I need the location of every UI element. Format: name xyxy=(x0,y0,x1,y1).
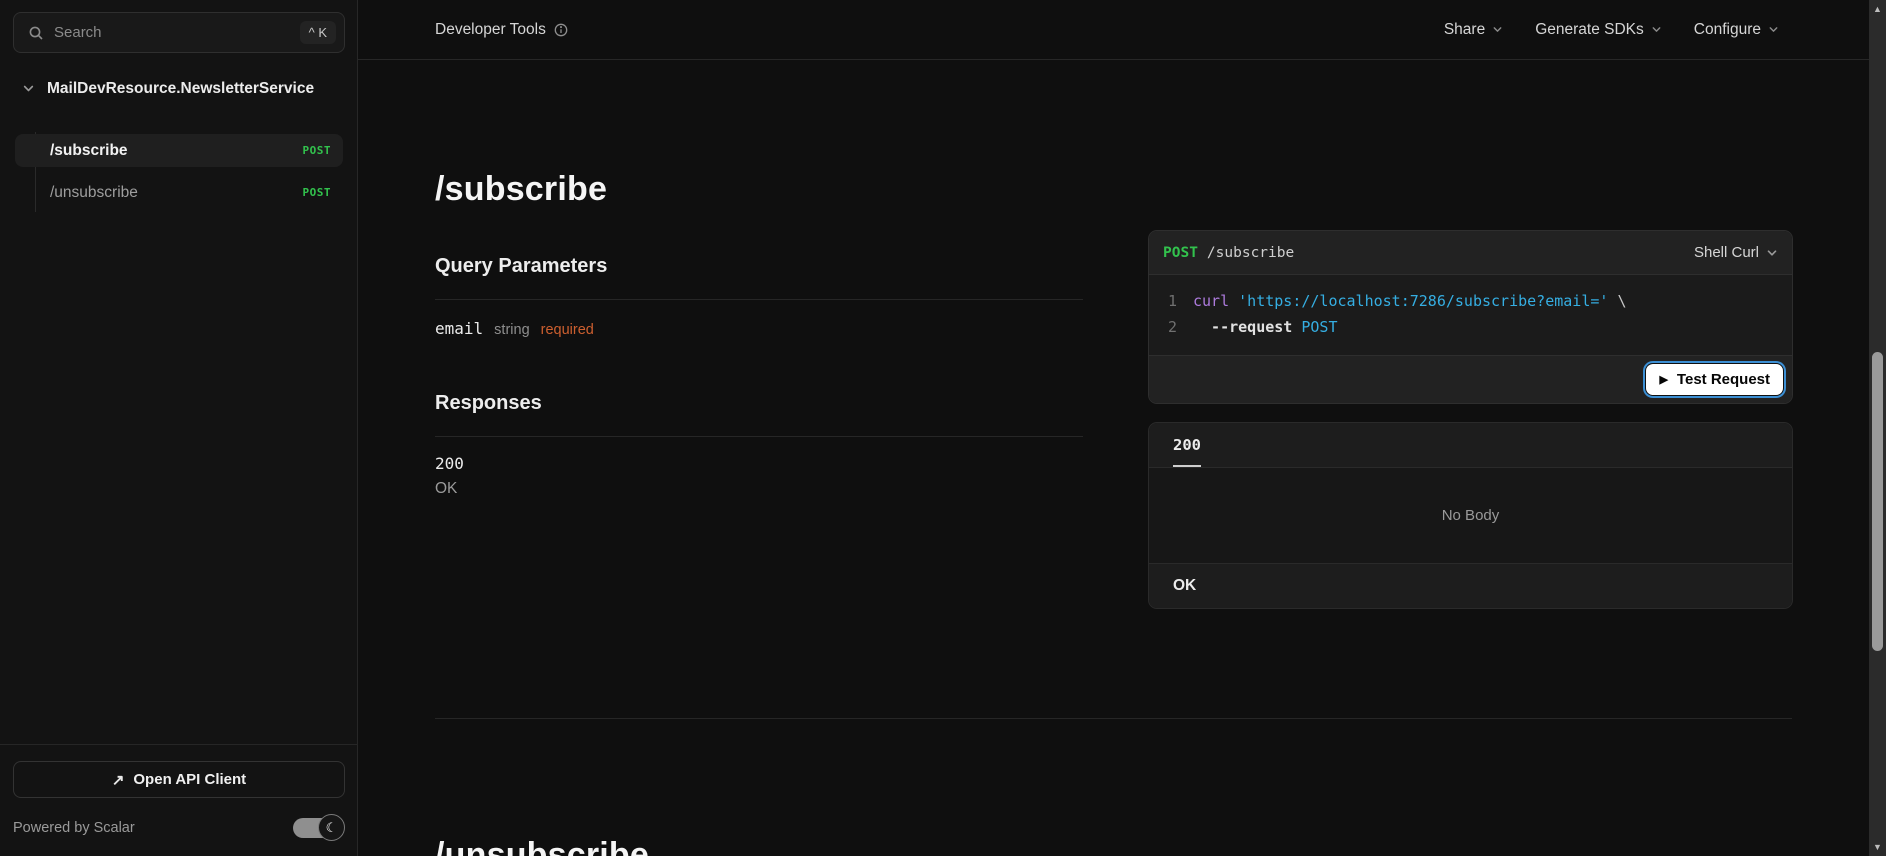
code-token-method: POST xyxy=(1301,318,1338,336)
scroll-up-arrow-icon[interactable]: ▲ xyxy=(1869,2,1886,16)
language-select-value: Shell Curl xyxy=(1693,244,1759,261)
parameter-type: string xyxy=(494,322,530,338)
response-status-code: 200 xyxy=(435,454,464,473)
search-placeholder: Search xyxy=(54,24,102,41)
method-badge-post: POST xyxy=(302,144,331,157)
endpoint-details: Query Parameters email string required R… xyxy=(435,255,1083,498)
responses-heading: Responses xyxy=(435,392,1083,437)
next-page-title: /unsubscribe xyxy=(435,836,650,856)
parameter-required-flag: required xyxy=(540,322,594,338)
generate-sdks-label: Generate SDKs xyxy=(1535,20,1644,38)
sidebar-item-label: /subscribe xyxy=(50,141,128,159)
open-api-client-button[interactable]: ↗ Open API Client xyxy=(13,761,345,798)
sidebar-group-label: MailDevResource.NewsletterService xyxy=(47,80,315,97)
dark-mode-toggle[interactable]: ☾ xyxy=(293,814,345,841)
sidebar-item-label: /unsubscribe xyxy=(50,183,138,201)
line-number: 2 xyxy=(1167,318,1177,336)
search-icon xyxy=(28,25,44,41)
sidebar-item-subscribe[interactable]: /subscribe POST xyxy=(15,134,343,167)
app-root: Search ^ K MailDevResource.NewsletterSer… xyxy=(0,0,1886,856)
parameter-name: email xyxy=(435,319,484,338)
open-api-client-label: Open API Client xyxy=(133,771,247,788)
response-example-tabs: 200 xyxy=(1149,423,1792,468)
section-divider xyxy=(435,718,1792,719)
powered-by-scalar-link[interactable]: Powered by Scalar xyxy=(13,820,135,836)
tab-200[interactable]: 200 xyxy=(1173,436,1201,467)
configure-button[interactable]: Configure xyxy=(1694,21,1779,39)
code-line-1: 1 curl 'https://localhost:7286/subscribe… xyxy=(1163,288,1778,314)
language-select[interactable]: Shell Curl xyxy=(1694,244,1778,261)
topbar-actions: Share Generate SDKs Configure xyxy=(1444,21,1779,39)
toggle-knob: ☾ xyxy=(318,814,345,841)
share-label: Share xyxy=(1443,20,1486,38)
search-shortcut-badge: ^ K xyxy=(299,21,336,44)
sidebar-group-maildevresource[interactable]: MailDevResource.NewsletterService xyxy=(22,79,342,98)
search-input[interactable]: Search ^ K xyxy=(13,12,345,53)
configure-label: Configure xyxy=(1693,20,1761,38)
request-example-footer: ▶ Test Request xyxy=(1149,355,1792,403)
scrollbar[interactable]: ▲ ▼ xyxy=(1869,0,1886,856)
sidebar: Search ^ K MailDevResource.NewsletterSer… xyxy=(0,0,358,856)
scroll-down-arrow-icon[interactable]: ▼ xyxy=(1869,840,1886,854)
response-example-footer: OK xyxy=(1149,563,1792,608)
play-icon: ▶ xyxy=(1659,374,1668,386)
request-method-label: POST xyxy=(1163,244,1198,261)
chevron-down-icon xyxy=(1652,27,1661,32)
code-line-2: 2 --request POST xyxy=(1163,314,1778,340)
topbar-title-text: Developer Tools xyxy=(435,20,546,38)
request-example-card: POST /subscribe Shell Curl 1 curl 'https… xyxy=(1148,230,1793,404)
request-path-label: /subscribe xyxy=(1206,244,1295,261)
code-block[interactable]: 1 curl 'https://localhost:7286/subscribe… xyxy=(1149,275,1792,355)
code-token-keyword: curl xyxy=(1193,292,1230,310)
page-title: /subscribe xyxy=(435,170,608,208)
chevron-down-icon xyxy=(22,82,35,98)
no-body-text: No Body xyxy=(1441,507,1500,524)
request-example-header: POST /subscribe Shell Curl xyxy=(1149,231,1792,275)
share-button[interactable]: Share xyxy=(1444,21,1503,39)
moon-icon: ☾ xyxy=(325,820,338,835)
info-icon[interactable] xyxy=(554,23,568,37)
code-token-flag: --request xyxy=(1193,318,1293,336)
parameter-row-email: email string required xyxy=(435,300,1083,338)
topbar: Developer Tools Share Generate SDKs Conf… xyxy=(358,0,1869,60)
chevron-down-icon xyxy=(1769,27,1778,32)
sidebar-item-unsubscribe[interactable]: /unsubscribe POST xyxy=(15,176,343,209)
response-example-card: 200 No Body OK xyxy=(1148,422,1793,609)
response-example-body: No Body xyxy=(1149,468,1792,563)
method-badge-post: POST xyxy=(302,186,331,199)
generate-sdks-button[interactable]: Generate SDKs xyxy=(1535,21,1662,39)
response-status-description: OK xyxy=(435,480,458,497)
arrow-up-right-icon: ↗ xyxy=(111,771,125,789)
code-token-continuation: \ xyxy=(1608,292,1627,310)
query-parameters-heading: Query Parameters xyxy=(435,255,1083,300)
test-request-label: Test Request xyxy=(1676,371,1770,388)
line-number: 1 xyxy=(1167,292,1177,310)
developer-tools-label: Developer Tools xyxy=(435,21,568,39)
test-request-button[interactable]: ▶ Test Request xyxy=(1646,364,1783,395)
example-panel: POST /subscribe Shell Curl 1 curl 'https… xyxy=(1148,230,1793,609)
chevron-down-icon xyxy=(1767,249,1777,256)
scrollbar-thumb[interactable] xyxy=(1872,352,1883,651)
code-token-url-string: 'https://localhost:7286/subscribe?email=… xyxy=(1238,292,1609,310)
chevron-down-icon xyxy=(1493,27,1502,32)
sidebar-footer: ↗ Open API Client Powered by Scalar ☾ xyxy=(0,744,358,856)
